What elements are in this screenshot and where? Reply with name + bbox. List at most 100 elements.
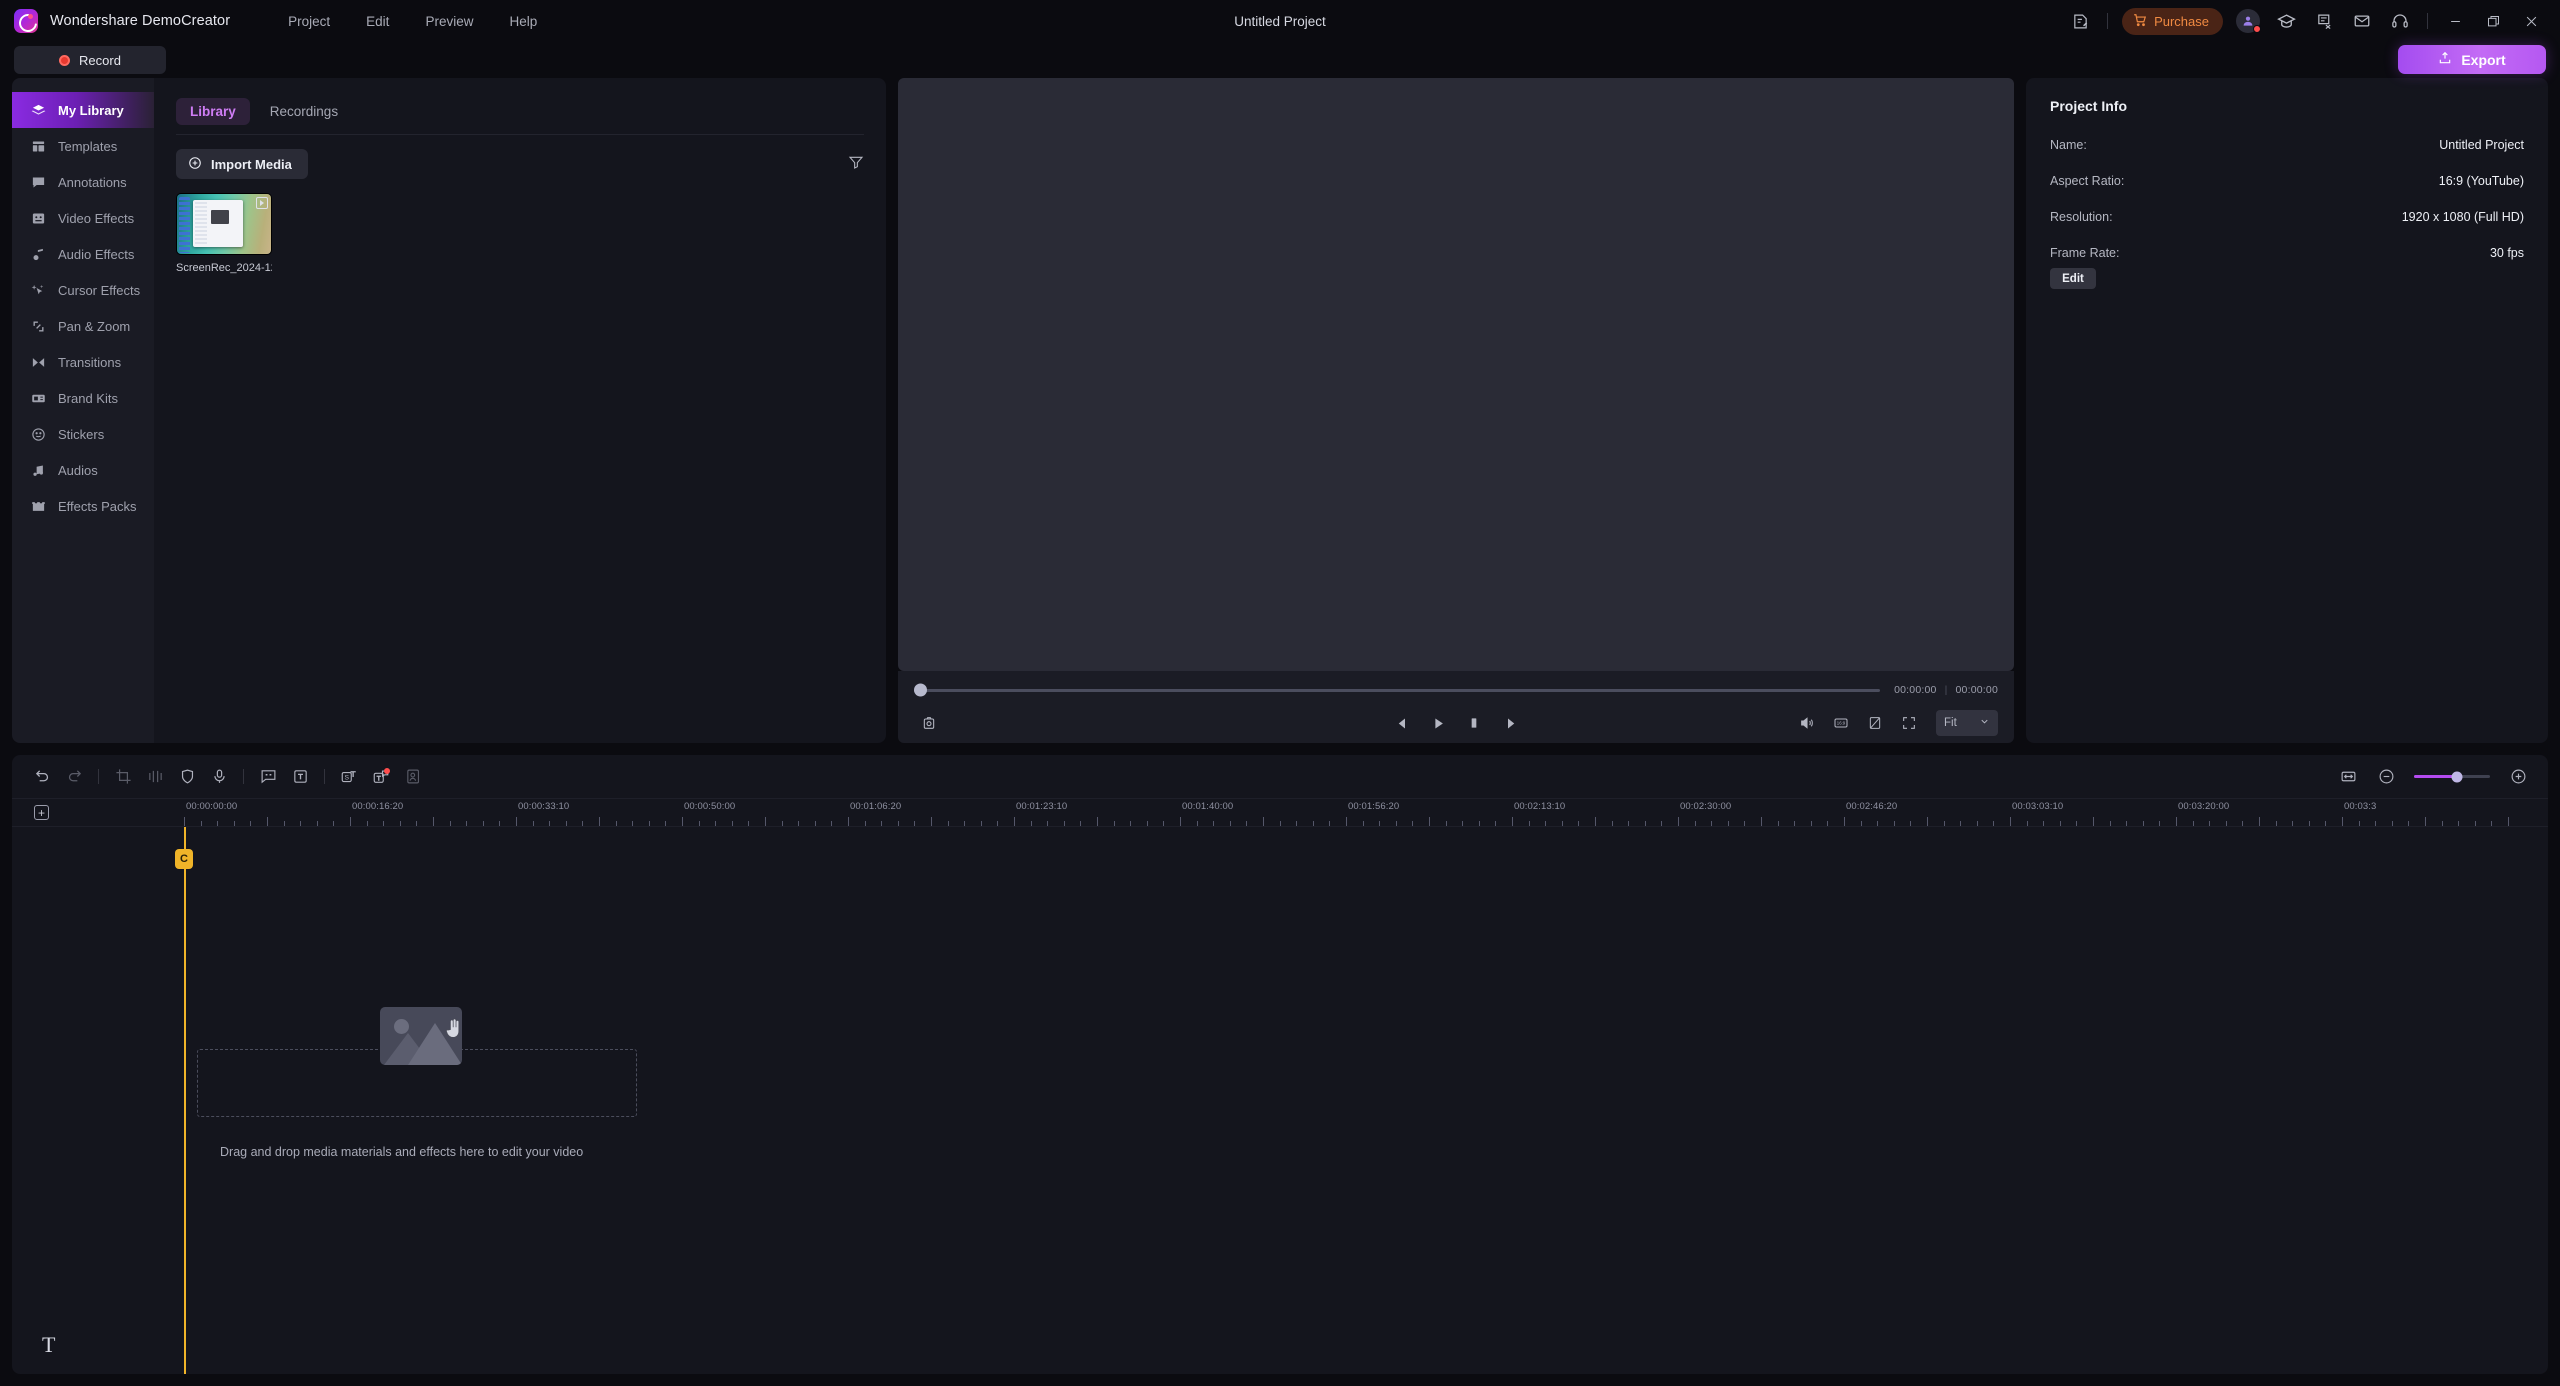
seek-knob[interactable] xyxy=(914,683,927,697)
menu-item-project[interactable]: Project xyxy=(270,8,348,35)
sidebar-item-audio-effects[interactable]: Audio Effects xyxy=(12,236,154,272)
sidebar-item-brand-kits[interactable]: Brand Kits xyxy=(12,380,154,416)
camera-snapshot-icon[interactable] xyxy=(914,708,944,738)
microphone-icon[interactable] xyxy=(203,761,235,793)
text-box-icon[interactable] xyxy=(284,761,316,793)
preview-stage[interactable] xyxy=(898,78,2014,671)
middle-region: My Library Templates Annotations Video E… xyxy=(0,78,2560,743)
project-info-row-name: Name: Untitled Project xyxy=(2050,138,2524,152)
sidebar-item-cursor-effects[interactable]: Cursor Effects xyxy=(12,272,154,308)
timeline-ruler[interactable]: 00:00:00:00 00:00:16:20 00:00:33:10 00:00:5… xyxy=(184,799,2548,826)
fit-timeline-icon[interactable] xyxy=(2332,761,2364,793)
ruler-tick-minor xyxy=(433,817,434,826)
seek-slider[interactable] xyxy=(914,683,1881,697)
sidebar-item-templates[interactable]: Templates xyxy=(12,128,154,164)
ruler-tick-minor xyxy=(1363,821,1364,826)
note-edit-icon[interactable] xyxy=(2061,2,2099,40)
ruler-label: 00:01:56:20 xyxy=(1348,801,1400,812)
filter-funnel-icon[interactable] xyxy=(848,154,864,175)
ruler-tick-minor xyxy=(1197,821,1198,826)
sidebar-item-video-effects[interactable]: Video Effects xyxy=(12,200,154,236)
sidebar-item-label: Stickers xyxy=(58,426,105,442)
account-button[interactable] xyxy=(2229,2,2267,40)
democreator-logo-icon xyxy=(14,9,38,33)
ruler-tick-minor xyxy=(450,821,451,826)
ruler-tick-minor xyxy=(1628,821,1629,826)
menu-item-help[interactable]: Help xyxy=(491,8,555,35)
import-media-button[interactable]: Import Media xyxy=(176,149,308,179)
play-icon[interactable] xyxy=(1423,708,1453,738)
ruler-tick-minor xyxy=(1512,817,1513,826)
title-bar: Wondershare DemoCreator Project Edit Pre… xyxy=(0,0,2560,42)
ruler-tick-minor xyxy=(1711,821,1712,826)
shield-denoise-icon[interactable] xyxy=(171,761,203,793)
media-thumbnail[interactable] xyxy=(176,193,272,255)
mail-icon[interactable] xyxy=(2343,2,2381,40)
caption-bubble-icon[interactable] xyxy=(252,761,284,793)
menu-item-preview[interactable]: Preview xyxy=(407,8,491,35)
text-T-icon[interactable]: T xyxy=(42,1332,55,1358)
record-button[interactable]: Record xyxy=(14,46,166,74)
tab-library[interactable]: Library xyxy=(176,97,250,125)
sidebar-item-my-library[interactable]: My Library xyxy=(12,92,154,128)
redo-icon[interactable] xyxy=(58,761,90,793)
fullscreen-icon[interactable] xyxy=(1894,708,1924,738)
stop-icon[interactable] xyxy=(1459,708,1489,738)
ruler-tick-minor xyxy=(1080,821,1081,826)
edit-project-button[interactable]: Edit xyxy=(2050,268,2096,289)
export-button[interactable]: Export xyxy=(2398,45,2546,74)
subtitle-stt-icon[interactable]: S xyxy=(333,761,365,793)
minimize-icon[interactable] xyxy=(2436,2,2474,40)
timeline-body[interactable]: C Drag and drop media materials and effe… xyxy=(12,827,2548,1374)
ruler-tick-minor xyxy=(582,821,583,826)
ruler-tick-minor xyxy=(2458,821,2459,826)
speaker-icon[interactable] xyxy=(1792,708,1822,738)
media-card[interactable]: ScreenRec_2024-12-24 17-13... xyxy=(176,193,272,274)
zoom-mode-select[interactable]: Fit xyxy=(1936,710,1998,736)
ruler-tick-minor xyxy=(1861,821,1862,826)
clip-list-icon[interactable] xyxy=(2305,2,2343,40)
ruler-tick-minor xyxy=(831,821,832,826)
ruler-tick-minor xyxy=(1794,821,1795,826)
sidebar-item-stickers[interactable]: Stickers xyxy=(12,416,154,452)
sidebar-item-annotations[interactable]: Annotations xyxy=(12,164,154,200)
split-icon[interactable] xyxy=(139,761,171,793)
ruler-tick-minor xyxy=(616,821,617,826)
sidebar-item-pan-zoom[interactable]: Pan & Zoom xyxy=(12,308,154,344)
crop-icon[interactable] xyxy=(107,761,139,793)
avatar-presenter-icon[interactable] xyxy=(397,761,429,793)
purchase-button[interactable]: Purchase xyxy=(2122,7,2223,35)
ruler-tick-minor xyxy=(1147,821,1148,826)
sidebar-item-effects-packs[interactable]: Effects Packs xyxy=(12,488,154,524)
undo-icon[interactable] xyxy=(26,761,58,793)
sidebar-item-label: Brand Kits xyxy=(58,390,118,406)
ruler-tick-minor xyxy=(1462,821,1463,826)
ruler-tick-minor xyxy=(2259,817,2260,826)
sidebar-item-audios[interactable]: Audios xyxy=(12,452,154,488)
auto-caption-icon[interactable] xyxy=(365,761,397,793)
zoom-out-icon[interactable] xyxy=(2370,761,2402,793)
menu-item-edit[interactable]: Edit xyxy=(348,8,407,35)
ruler-label: 00:00:00:00 xyxy=(186,801,238,812)
close-icon[interactable] xyxy=(2512,2,2550,40)
ruler-tick-minor xyxy=(1429,817,1430,826)
zoom-knob[interactable] xyxy=(2451,771,2463,782)
next-frame-icon[interactable] xyxy=(1495,708,1525,738)
ruler-tick-minor xyxy=(964,821,965,826)
divider xyxy=(2107,13,2109,29)
tab-recordings[interactable]: Recordings xyxy=(256,98,352,125)
zoom-in-icon[interactable] xyxy=(2502,761,2534,793)
split-screen-icon[interactable] xyxy=(1860,708,1890,738)
graduation-cap-icon[interactable] xyxy=(2267,2,2305,40)
headset-icon[interactable] xyxy=(2381,2,2419,40)
maximize-icon[interactable] xyxy=(2474,2,2512,40)
ruler-tick-minor xyxy=(699,821,700,826)
previous-frame-icon[interactable] xyxy=(1387,708,1417,738)
timeline-zoom-slider[interactable] xyxy=(2414,771,2490,782)
sidebar-item-transitions[interactable]: Transitions xyxy=(12,344,154,380)
aspect-16-9-icon[interactable]: 16:9 xyxy=(1826,708,1856,738)
add-track-icon[interactable]: + xyxy=(34,805,49,820)
playhead[interactable]: C xyxy=(175,827,193,1374)
timeline-zoom-controls xyxy=(2332,761,2534,793)
ruler-tick-minor xyxy=(2226,821,2227,826)
